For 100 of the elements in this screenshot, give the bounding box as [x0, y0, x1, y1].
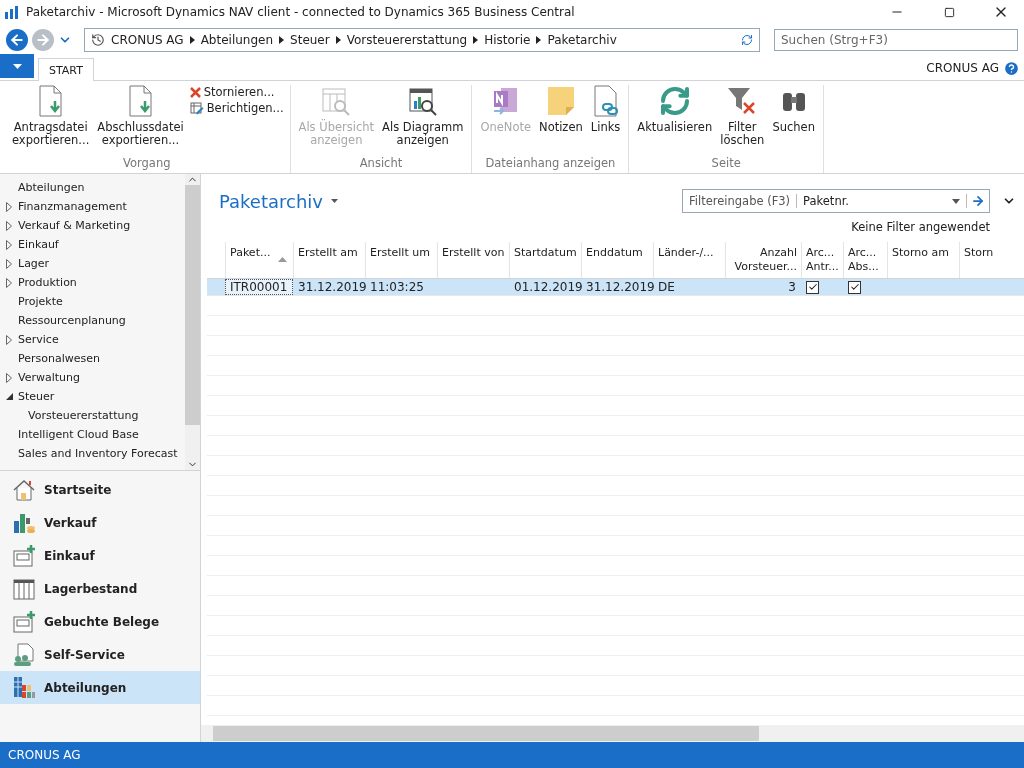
search-field[interactable]: Suchen (Strg+F3) [774, 29, 1018, 51]
ribbon-group-label: Dateianhang anzeigen [484, 156, 617, 172]
page-title[interactable]: Paketarchiv [219, 190, 323, 212]
filter-column[interactable]: Paketnr. [797, 194, 952, 208]
nav-button[interactable]: Einkauf [0, 539, 200, 572]
column-header[interactable]: Erstellt um [365, 242, 437, 278]
departments-icon [12, 675, 36, 700]
tree-item[interactable]: Personalwesen [0, 349, 185, 368]
tree-item[interactable]: Verwaltung [0, 368, 185, 387]
breadcrumb-separator-icon [279, 36, 285, 44]
tree-item[interactable]: Sales and Inventory Forecast [0, 444, 185, 463]
table-icon [12, 576, 36, 601]
breadcrumb-item[interactable]: Vorsteuererstattung [346, 33, 468, 47]
collapsed-triangle-icon[interactable] [6, 239, 12, 250]
address-bar[interactable]: CRONUS AG Abteilungen Steuer Vorsteuererstattung Historie Paketarchiv [84, 28, 760, 52]
checkbox[interactable] [848, 280, 861, 294]
tray-plus-icon [12, 543, 36, 568]
tree-item[interactable]: Lager [0, 254, 185, 273]
ribbon-button[interactable]: Notizen [537, 85, 585, 134]
column-header[interactable]: Anzahl Vorsteuer... [725, 242, 801, 278]
column-header[interactable]: Erstellt von [437, 242, 509, 278]
ribbon-button[interactable]: Suchen [770, 85, 817, 134]
expanded-triangle-icon[interactable] [5, 393, 13, 400]
column-header[interactable]: Storn [959, 242, 1009, 278]
collapsed-triangle-icon[interactable] [6, 372, 12, 383]
collapsed-triangle-icon[interactable] [6, 334, 12, 345]
table-row[interactable]: ITR00001 31.12.2019 11:03:25 01.12.2019 31.12.2019 DE 3 [207, 279, 1024, 296]
history-icon[interactable] [91, 33, 105, 47]
people-document-icon [12, 642, 36, 667]
column-header[interactable]: Startdatum [509, 242, 581, 278]
breadcrumb-item[interactable]: Historie [484, 33, 531, 47]
tree-item[interactable]: Steuer [0, 387, 185, 406]
collapsed-triangle-icon[interactable] [6, 258, 12, 269]
nav-button[interactable]: Self-Service [0, 638, 200, 671]
ribbon-button[interactable]: Stornieren... [189, 85, 284, 99]
tree-item[interactable]: Ressourcenplanung [0, 311, 185, 330]
app-menu-button[interactable] [0, 54, 34, 78]
nav-button[interactable]: Startseite [0, 473, 200, 506]
tree-item[interactable]: Vorsteuererstattung [0, 406, 185, 425]
caret-icon[interactable] [12, 63, 22, 69]
chart-magnifier-icon [406, 85, 439, 117]
ribbon-button[interactable]: Als Diagramm anzeigen [380, 85, 466, 147]
collapsed-triangle-icon[interactable] [6, 201, 12, 212]
breadcrumb-item[interactable]: Paketarchiv [547, 33, 617, 47]
tree-item[interactable]: Finanzmanagement [0, 197, 185, 216]
column-header[interactable]: Länder-/... [653, 242, 725, 278]
table-cell-text: DE [657, 279, 676, 295]
horizontal-scrollbar[interactable] [201, 725, 1024, 742]
tray-plus-icon [12, 609, 36, 634]
maximize-icon[interactable] [943, 6, 955, 18]
tree-item[interactable]: Verkauf & Marketing [0, 216, 185, 235]
column-header[interactable]: Erstellt am [293, 242, 365, 278]
caret-icon[interactable] [952, 198, 960, 204]
column-header[interactable]: Arc... Abs... [843, 242, 887, 278]
ribbon-button[interactable]: Aktualisieren [635, 85, 715, 134]
table-pencil-icon [189, 101, 204, 115]
ribbon-button[interactable]: Abschlussdatei exportieren... [95, 85, 186, 147]
refresh-icon[interactable] [741, 34, 753, 46]
ribbon-tab[interactable]: START [38, 58, 94, 81]
collapsed-triangle-icon[interactable] [6, 220, 12, 231]
filter-field[interactable]: Filtereingabe (F3) Paketnr. [682, 189, 990, 213]
tree-item[interactable]: Intelligent Cloud Base [0, 425, 185, 444]
cross-icon [189, 86, 201, 98]
tree-item[interactable]: Service [0, 330, 185, 349]
tree-item[interactable]: Produktion [0, 273, 185, 292]
ribbon-group-label: Vorgang [122, 156, 172, 172]
column-header[interactable]: Enddatum [581, 242, 653, 278]
caret-icon[interactable] [331, 199, 338, 203]
help-icon[interactable] [1003, 59, 1020, 77]
column-header[interactable]: Paket... [225, 242, 293, 278]
column-header[interactable]: Storno am [887, 242, 959, 278]
nav-button[interactable]: Abteilungen [0, 671, 200, 704]
nav-button[interactable]: Gebuchte Belege [0, 605, 200, 638]
ribbon-button[interactable]: Filter löschen [718, 85, 767, 147]
nav-button[interactable]: Verkauf [0, 506, 200, 539]
tree-item[interactable]: Projekte [0, 292, 185, 311]
filter-status: Keine Filter angewendet [851, 220, 990, 236]
ribbon-button[interactable]: Antragsdatei exportieren... [10, 85, 92, 147]
column-header[interactable]: Arc... Antr... [801, 242, 843, 278]
ribbon-button[interactable]: Berichtigen... [189, 101, 284, 115]
company-name: CRONUS AG [926, 61, 999, 75]
breadcrumb-item[interactable]: Abteilungen [200, 33, 274, 47]
tree-item[interactable]: Abteilungen [0, 178, 185, 197]
collapsed-triangle-icon[interactable] [6, 277, 12, 288]
ribbon-button[interactable]: Links [588, 85, 623, 134]
tree-scrollbar[interactable] [185, 174, 200, 470]
breadcrumb-item[interactable]: Steuer [290, 33, 330, 47]
document-arrow-icon [36, 85, 65, 117]
window-title: Paketarchiv - Microsoft Dynamics NAV client - connected to Dynamics 365 Business Central [26, 5, 576, 19]
checkbox[interactable] [806, 280, 819, 294]
house-icon [12, 477, 36, 502]
nav-button[interactable]: Lagerbestand [0, 572, 200, 605]
tree-item[interactable]: Einkauf [0, 235, 185, 254]
table-cell: ITR00001 [225, 279, 293, 295]
table-cell-text: 31.12.2019 [297, 279, 365, 295]
table-cell-text: 01.12.2019 [513, 279, 581, 295]
breadcrumb-item[interactable]: CRONUS AG [111, 33, 184, 47]
document-link-icon [591, 85, 620, 117]
table-cell-text: 11:03:25 [369, 279, 425, 295]
sort-ascending-icon[interactable] [278, 257, 287, 262]
